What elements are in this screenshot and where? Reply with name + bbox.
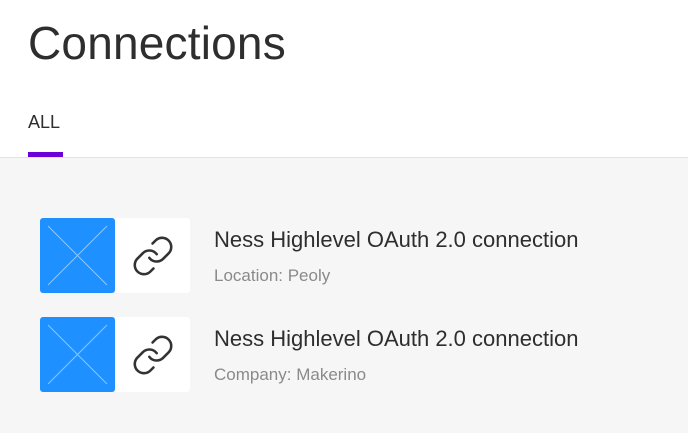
tab-label: ALL bbox=[28, 112, 61, 132]
connection-item[interactable]: Ness Highlevel OAuth 2.0 connection Loca… bbox=[40, 217, 670, 293]
placeholder-x-icon bbox=[40, 317, 115, 392]
page-title: Connections bbox=[28, 17, 286, 69]
connections-list: Ness Highlevel OAuth 2.0 connection Loca… bbox=[0, 158, 688, 433]
connection-detail: Company: Makerino bbox=[214, 365, 367, 384]
active-tab-indicator bbox=[28, 152, 63, 157]
placeholder-x-icon bbox=[40, 218, 115, 293]
connection-item[interactable]: Ness Highlevel OAuth 2.0 connection Comp… bbox=[40, 316, 670, 392]
link-icon bbox=[115, 317, 190, 392]
connection-name: Ness Highlevel OAuth 2.0 connection bbox=[214, 326, 579, 351]
link-icon bbox=[115, 218, 190, 293]
page-header: Connections ALL bbox=[0, 0, 688, 158]
tab-all[interactable]: ALL bbox=[28, 112, 63, 158]
connection-detail: Location: Peoly bbox=[214, 266, 331, 285]
connection-name: Ness Highlevel OAuth 2.0 connection bbox=[214, 227, 579, 252]
